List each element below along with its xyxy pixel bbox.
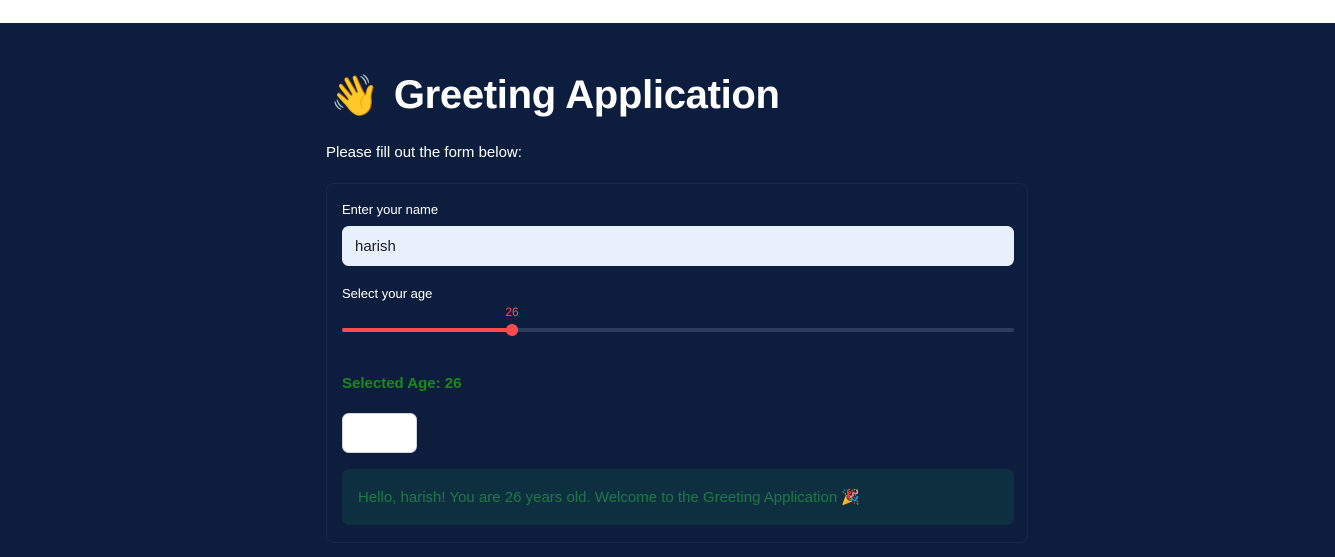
age-slider-label: Select your age	[342, 286, 433, 301]
slider-value: 26	[505, 305, 519, 319]
form-instructions: Please fill out the form below:	[326, 144, 522, 161]
name-field-label: Enter your name	[342, 202, 439, 217]
name-input[interactable]	[342, 226, 1014, 266]
success-message: Hello, harish! You are 26 years old. Wel…	[342, 469, 1014, 525]
page-title: Greeting Application	[393, 73, 780, 117]
slider-fill	[342, 328, 512, 332]
slider-thumb[interactable]	[506, 324, 518, 336]
submit-button[interactable]	[342, 413, 417, 453]
browser-top-bar	[0, 0, 1335, 23]
selected-age-text: Selected Age: 26	[342, 375, 462, 392]
success-message-text: Hello, harish! You are 26 years old. Wel…	[358, 489, 861, 506]
header: 👋 Greeting Application	[330, 73, 780, 118]
age-slider[interactable]: 26	[342, 305, 1014, 338]
waving-hand-icon: 👋	[330, 73, 380, 118]
